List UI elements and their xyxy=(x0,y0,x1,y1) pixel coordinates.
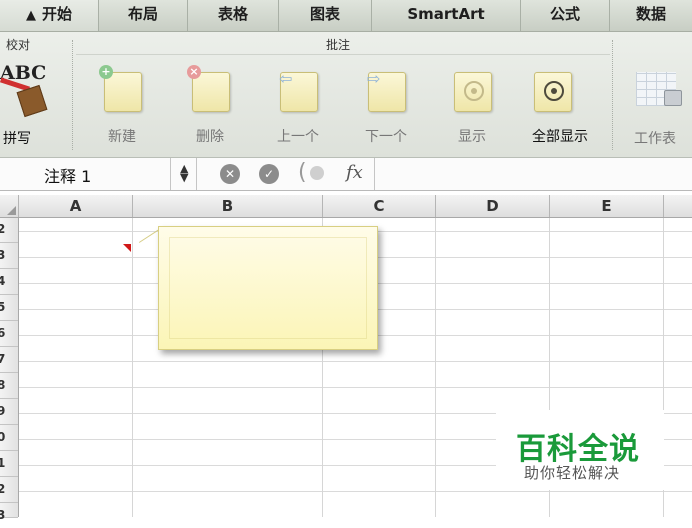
tab-layout[interactable]: 布局 xyxy=(99,0,188,31)
arrow-left-icon: ⇦ xyxy=(279,69,293,88)
column-header-b[interactable]: B xyxy=(133,195,323,217)
row-header-bar: 2 3 4 5 6 7 8 9 0 1 2 3 xyxy=(0,216,19,522)
cancel-icon[interactable]: ✕ xyxy=(220,164,240,184)
home-icon: ▲ xyxy=(25,8,36,23)
new-comment-icon: + xyxy=(99,65,142,112)
name-box-stepper-icon[interactable]: ▲ ▼ xyxy=(180,163,188,183)
comment-indicator-icon[interactable] xyxy=(123,244,131,252)
group-separator xyxy=(72,40,73,150)
grid-column-line xyxy=(132,218,133,517)
tab-data[interactable]: 数据 xyxy=(610,0,692,31)
delete-comment-label: 删除 xyxy=(196,129,224,145)
comment-text-area[interactable] xyxy=(169,237,367,339)
row-header[interactable]: 2 xyxy=(0,476,18,503)
row-header[interactable]: 6 xyxy=(0,320,18,347)
row-header[interactable]: 1 xyxy=(0,450,18,477)
row-header[interactable]: 0 xyxy=(0,424,18,451)
lock-icon xyxy=(664,90,682,106)
next-comment-icon: ⇨ xyxy=(367,69,406,112)
watermark-subtitle: 助你轻松解决 xyxy=(524,464,621,482)
spelling-button-label[interactable]: 拼写 xyxy=(3,128,31,148)
comment-box[interactable] xyxy=(158,226,378,350)
group-divider xyxy=(76,54,610,55)
column-header-e[interactable]: E xyxy=(550,195,664,217)
new-comment-label: 新建 xyxy=(108,129,136,145)
show-all-comments-icon xyxy=(534,72,572,112)
row-header[interactable]: 4 xyxy=(0,268,18,295)
next-comment-label: 下一个 xyxy=(365,129,407,145)
name-box[interactable]: 注释 1 xyxy=(44,163,91,187)
tab-tables[interactable]: 表格 xyxy=(188,0,279,31)
tab-charts[interactable]: 图表 xyxy=(279,0,372,31)
tab-home[interactable]: ▲ 开始 xyxy=(0,0,99,31)
tab-label: 开始 xyxy=(41,5,72,23)
insert-function-icon[interactable]: fx xyxy=(346,162,363,183)
previous-comment-label: 上一个 xyxy=(277,129,319,145)
book-icon xyxy=(16,84,48,118)
formula-separator xyxy=(374,158,375,190)
tab-smartart[interactable]: SmartArt xyxy=(372,0,521,31)
remove-icon: × xyxy=(187,65,201,79)
column-header-d[interactable]: D xyxy=(436,195,550,217)
tab-formulas[interactable]: 公式 xyxy=(521,0,610,31)
show-comment-button[interactable]: 显示 xyxy=(440,66,504,152)
spelling-icon[interactable]: ABC xyxy=(0,60,52,118)
equals-icon[interactable] xyxy=(310,166,324,180)
show-all-comments-label: 全部显示 xyxy=(532,129,588,145)
group-separator xyxy=(612,40,613,150)
watermark: 百科全说 助你轻松解决 xyxy=(496,410,664,490)
name-box-separator xyxy=(170,158,171,190)
protect-sheet-label[interactable]: 工作表 xyxy=(634,128,676,148)
row-header[interactable]: 3 xyxy=(0,502,18,522)
row-header[interactable]: 9 xyxy=(0,398,18,425)
eye-icon xyxy=(544,81,564,101)
arrow-right-icon: ⇨ xyxy=(367,69,381,88)
group-title-comments: 批注 xyxy=(326,38,351,52)
previous-comment-icon: ⇦ xyxy=(279,69,318,112)
group-title-proofing: 校对 xyxy=(6,38,31,52)
eye-icon xyxy=(464,81,484,101)
row-header[interactable]: 7 xyxy=(0,346,18,373)
grid-column-line xyxy=(435,218,436,517)
row-header[interactable]: 8 xyxy=(0,372,18,399)
next-comment-button[interactable]: ⇨ 下一个 xyxy=(354,66,418,152)
select-all-corner[interactable] xyxy=(0,195,19,217)
previous-comment-button[interactable]: ⇦ 上一个 xyxy=(266,66,330,152)
row-header[interactable]: 5 xyxy=(0,294,18,321)
equals-paren-icon[interactable]: ( xyxy=(298,160,307,185)
plus-icon: + xyxy=(99,65,113,79)
column-header-bar: A B C D E xyxy=(0,195,692,218)
row-header[interactable]: 3 xyxy=(0,242,18,269)
formula-separator xyxy=(196,158,197,190)
show-comment-icon xyxy=(454,72,492,112)
ribbon-review-panel: 校对 批注 ABC 拼写 + 新建 × 删除 ⇦ 上一个 ⇨ 下一个 显示 全部… xyxy=(0,32,692,158)
formula-bar: 注释 1 ▲ ▼ ✕ ✓ ( fx xyxy=(0,158,692,191)
show-all-comments-button[interactable]: 全部显示 xyxy=(524,66,596,152)
show-comment-label: 显示 xyxy=(458,129,486,145)
delete-comment-icon: × xyxy=(187,65,230,112)
column-header-c[interactable]: C xyxy=(323,195,436,217)
formula-input[interactable] xyxy=(384,164,684,184)
row-header[interactable]: 2 xyxy=(0,216,18,243)
protect-sheet-icon[interactable] xyxy=(636,72,682,112)
column-header-a[interactable]: A xyxy=(19,195,133,217)
delete-comment-button[interactable]: × 删除 xyxy=(178,65,242,152)
new-comment-button[interactable]: + 新建 xyxy=(90,65,154,152)
enter-check-icon[interactable]: ✓ xyxy=(259,164,279,184)
ribbon-tab-bar: ▲ 开始 布局 表格 图表 SmartArt 公式 数据 xyxy=(0,0,692,32)
